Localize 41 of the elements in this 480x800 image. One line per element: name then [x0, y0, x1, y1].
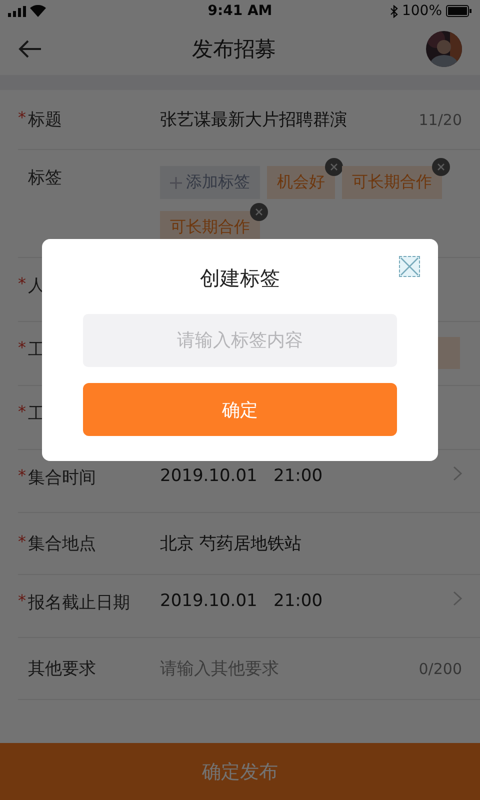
- required-mark: *: [18, 591, 27, 610]
- chevron-icon: [453, 591, 462, 606]
- tag-input-field[interactable]: 请输入标签内容: [83, 314, 397, 367]
- close-icon: [255, 208, 263, 216]
- back-icon[interactable]: [18, 40, 42, 58]
- remove-tag-button[interactable]: [250, 203, 268, 221]
- field-value[interactable]: 2019.10.01 21:00: [160, 591, 453, 611]
- page-title: 发布招募: [192, 36, 276, 62]
- char-counter: 0/200: [418, 660, 462, 678]
- field-value[interactable]: 2019.10.01 21:00: [160, 466, 453, 486]
- confirm-button[interactable]: 确定: [83, 383, 397, 436]
- close-icon: [400, 257, 419, 276]
- bluetooth-icon: [390, 4, 398, 18]
- chevron-icon: [453, 466, 462, 481]
- field-label: 集合时间: [28, 467, 96, 489]
- signal-icon: [8, 6, 26, 16]
- field-label: 标题: [28, 109, 62, 131]
- field-label: 其他要求: [28, 658, 96, 680]
- field-label: 标签: [28, 167, 62, 189]
- close-button[interactable]: [399, 256, 420, 277]
- remove-tag-button[interactable]: [432, 158, 450, 176]
- required-mark: *: [18, 338, 27, 357]
- battery-icon: [446, 5, 472, 17]
- field-value[interactable]: 北京 芍药居地铁站: [160, 532, 462, 555]
- field-label: 集合地点: [28, 533, 96, 555]
- field-label: 报名截止日期: [28, 592, 130, 614]
- required-mark: *: [18, 108, 27, 127]
- required-mark: *: [18, 402, 27, 421]
- dialog-title: 创建标签: [200, 265, 280, 292]
- char-counter: 11/20: [418, 110, 462, 128]
- required-mark: *: [18, 466, 27, 485]
- remove-tag-button[interactable]: [325, 158, 343, 176]
- field-value[interactable]: 张艺谋最新大片招聘群演: [160, 108, 419, 131]
- status-time: 9:41 AM: [208, 3, 272, 19]
- close-icon: [330, 163, 338, 171]
- close-icon: [437, 163, 445, 171]
- required-mark: *: [18, 274, 27, 293]
- plus-icon: [170, 176, 182, 188]
- wifi-icon: [30, 5, 46, 17]
- required-mark: *: [18, 532, 27, 551]
- battery-percent: 100%: [402, 3, 442, 19]
